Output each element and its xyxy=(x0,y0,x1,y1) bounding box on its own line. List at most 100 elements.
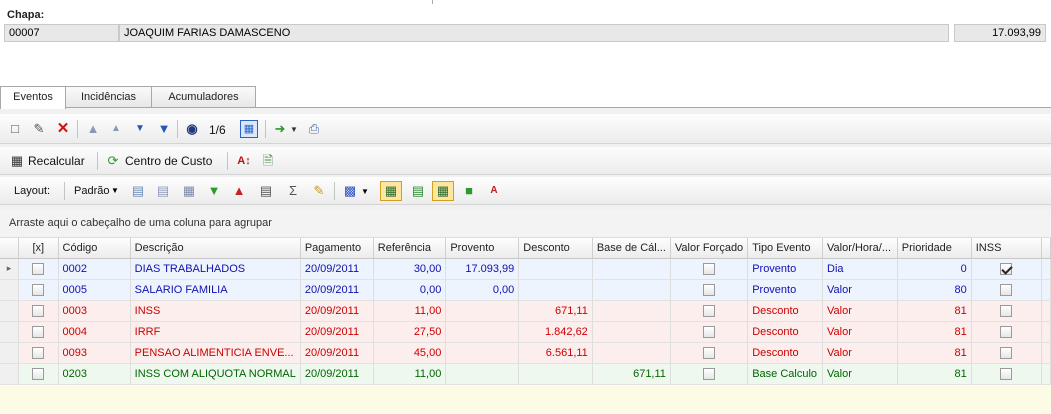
column-header-provento[interactable]: Provento xyxy=(445,238,520,259)
find-icon[interactable]: ◉ xyxy=(184,121,200,137)
row-indicator[interactable] xyxy=(0,321,20,343)
cell-provento[interactable] xyxy=(445,300,520,322)
valor-forcado-checkbox[interactable] xyxy=(703,325,716,338)
first-record-icon[interactable]: ▲ xyxy=(85,121,101,137)
cell-valor-hora[interactable]: Valor xyxy=(822,279,898,301)
valor-forcado-checkbox[interactable] xyxy=(703,262,716,275)
inss-checkbox[interactable] xyxy=(1000,304,1013,317)
cell-valor-hora[interactable]: Valor xyxy=(822,363,898,385)
delete-icon[interactable]: ✕ xyxy=(55,121,71,137)
sort-az-icon[interactable]: A↕ xyxy=(236,153,252,169)
column-header-prioridade[interactable]: Prioridade xyxy=(897,238,972,259)
chapa-code-field[interactable]: 00007 xyxy=(4,24,119,42)
column-header-base-calculo[interactable]: Base de Cál... xyxy=(592,238,671,259)
group-by-panel[interactable]: Arraste aqui o cabeçalho de uma coluna p… xyxy=(0,210,1051,238)
select-checkbox[interactable] xyxy=(32,283,45,296)
calendar-grid-icon[interactable]: ▦ xyxy=(240,120,258,138)
table-row[interactable]: 0005 SALARIO FAMILIA 20/09/2011 0,00 0,00 Pro… xyxy=(0,279,1051,301)
select-checkbox[interactable] xyxy=(32,262,45,275)
cell-codigo[interactable]: 0004 xyxy=(58,321,131,343)
layout-export-icon[interactable]: ▲ xyxy=(231,183,247,199)
select-checkbox[interactable] xyxy=(32,325,45,338)
cell-valor-hora[interactable]: Valor xyxy=(822,342,898,364)
cell-prioridade[interactable]: 80 xyxy=(897,279,972,301)
column-header-inss[interactable]: INSS xyxy=(971,238,1042,259)
cell-referencia[interactable]: 11,00 xyxy=(373,300,447,322)
cell-desconto[interactable]: 1.842,62 xyxy=(518,321,593,343)
layout-columns-icon[interactable]: ▦ xyxy=(181,183,197,199)
table-row[interactable]: ▸ 0002 DIAS TRABALHADOS 20/09/2011 30,00 17.0… xyxy=(0,258,1051,280)
view-band-icon[interactable]: ■ xyxy=(461,183,477,199)
layout-import-icon[interactable]: ▼ xyxy=(206,183,222,199)
view-footer-icon[interactable]: ▤ xyxy=(410,183,426,199)
cell-descricao[interactable]: SALARIO FAMILIA xyxy=(130,279,301,301)
previous-record-icon[interactable]: ▲ xyxy=(108,121,124,137)
column-header-tipo-evento[interactable]: Tipo Evento xyxy=(747,238,824,259)
cell-valor-hora[interactable]: Dia xyxy=(822,258,898,280)
cell-desconto[interactable]: 6.561,11 xyxy=(518,342,593,364)
cell-prioridade[interactable]: 81 xyxy=(897,363,972,385)
table-row[interactable]: 0003 INSS 20/09/2011 11,00 671,11 Desconto Val… xyxy=(0,300,1051,322)
last-record-icon[interactable]: ▼ xyxy=(156,121,172,137)
cell-provento[interactable] xyxy=(445,363,520,385)
cell-referencia[interactable]: 27,50 xyxy=(373,321,447,343)
inss-checkbox[interactable] xyxy=(1000,325,1013,338)
print-icon[interactable]: ⎙ xyxy=(306,121,322,137)
select-checkbox[interactable] xyxy=(32,304,45,317)
cell-tipo-evento[interactable]: Desconto xyxy=(747,342,824,364)
row-indicator[interactable] xyxy=(0,363,20,385)
row-indicator[interactable]: ▸ xyxy=(0,258,20,280)
table-row[interactable]: 0093 PENSAO ALIMENTICIA ENVE... 20/09/2011… xyxy=(0,342,1051,364)
cell-base-calculo[interactable] xyxy=(592,342,671,364)
cell-base-calculo[interactable] xyxy=(592,258,671,280)
cell-pagamento[interactable]: 20/09/2011 xyxy=(300,258,374,280)
next-record-icon[interactable]: ▼ xyxy=(132,121,148,137)
valor-forcado-checkbox[interactable] xyxy=(703,367,716,380)
cell-codigo[interactable]: 0005 xyxy=(58,279,131,301)
cell-referencia[interactable]: 11,00 xyxy=(373,363,447,385)
cell-provento[interactable] xyxy=(445,342,520,364)
centro-de-custo-button[interactable]: Centro de Custo xyxy=(125,153,212,169)
chart-icon[interactable]: ▩ xyxy=(342,183,358,199)
cell-base-calculo[interactable] xyxy=(592,279,671,301)
layout-padrao-dropdown[interactable]: Padrão xyxy=(74,183,109,199)
cell-prioridade[interactable]: 0 xyxy=(897,258,972,280)
export-icon[interactable]: ➜ xyxy=(272,121,288,137)
salary-value-field[interactable]: 17.093,99 xyxy=(954,24,1046,42)
cell-provento[interactable]: 0,00 xyxy=(445,279,520,301)
row-indicator[interactable] xyxy=(0,300,20,322)
tab-eventos[interactable]: Eventos xyxy=(0,86,66,109)
row-indicator[interactable] xyxy=(0,342,20,364)
cell-base-calculo[interactable]: 671,11 xyxy=(592,363,671,385)
cell-base-calculo[interactable] xyxy=(592,321,671,343)
column-header-descricao[interactable]: Descrição xyxy=(130,238,301,259)
cell-descricao[interactable]: INSS COM ALIQUOTA NORMAL xyxy=(130,363,301,385)
inss-checkbox[interactable] xyxy=(1000,283,1013,296)
valor-forcado-checkbox[interactable] xyxy=(703,283,716,296)
view-grid-icon[interactable]: ▦ xyxy=(380,181,402,201)
cell-pagamento[interactable]: 20/09/2011 xyxy=(300,321,374,343)
cell-provento[interactable]: 17.093,99 xyxy=(445,258,520,280)
cell-tipo-evento[interactable]: Provento xyxy=(747,258,824,280)
document-check-icon[interactable]: 🗎 xyxy=(260,153,276,169)
cell-descricao[interactable]: PENSAO ALIMENTICIA ENVE... xyxy=(130,342,301,364)
chart-dropdown-icon[interactable]: ▼ xyxy=(361,184,369,200)
cell-tipo-evento[interactable]: Provento xyxy=(747,279,824,301)
cell-referencia[interactable]: 45,00 xyxy=(373,342,447,364)
inss-checkbox[interactable] xyxy=(1000,262,1013,275)
cell-codigo[interactable]: 0002 xyxy=(58,258,131,280)
column-header-codigo[interactable]: Código xyxy=(58,238,131,259)
layout-sum-icon[interactable]: Σ xyxy=(285,183,301,199)
cell-pagamento[interactable]: 20/09/2011 xyxy=(300,342,374,364)
new-icon[interactable]: □ xyxy=(7,121,23,137)
cell-desconto[interactable] xyxy=(518,363,593,385)
valor-forcado-checkbox[interactable] xyxy=(703,346,716,359)
column-header-pagamento[interactable]: Pagamento xyxy=(300,238,374,259)
cell-tipo-evento[interactable]: Desconto xyxy=(747,300,824,322)
tab-incidencias[interactable]: Incidências xyxy=(65,86,152,108)
cell-provento[interactable] xyxy=(445,321,520,343)
cell-desconto[interactable] xyxy=(518,279,593,301)
cell-pagamento[interactable]: 20/09/2011 xyxy=(300,279,374,301)
inss-checkbox[interactable] xyxy=(1000,346,1013,359)
column-header-valor-forcado[interactable]: Valor Forçado xyxy=(670,238,749,259)
